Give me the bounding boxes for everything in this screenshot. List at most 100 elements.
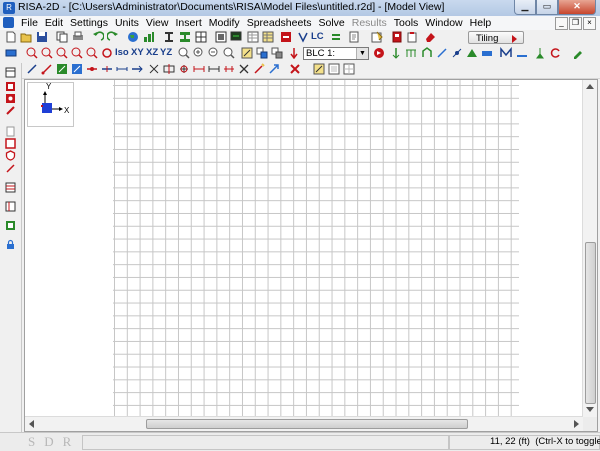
scale-icon[interactable]: [193, 63, 205, 75]
scroll-up-icon[interactable]: [586, 84, 594, 89]
erase-icon[interactable]: [424, 31, 436, 43]
menu-settings[interactable]: Settings: [70, 17, 108, 29]
app-icon[interactable]: R: [3, 2, 15, 14]
move-icon[interactable]: [208, 63, 220, 75]
wand-icon[interactable]: [253, 63, 265, 75]
menu-insert[interactable]: Insert: [175, 17, 201, 29]
horizontal-scrollbar[interactable]: [25, 416, 583, 431]
grid-icon[interactable]: [195, 31, 207, 43]
print-view-icon[interactable]: [5, 67, 16, 78]
rotate-copy-icon[interactable]: [178, 63, 190, 75]
results-book-icon[interactable]: [391, 31, 403, 43]
report-icon[interactable]: [348, 31, 360, 43]
basic-load-case-select[interactable]: BLC 1: ▼: [303, 47, 369, 60]
solve-icon[interactable]: [373, 47, 385, 59]
spreadsheet-nodes-icon[interactable]: [5, 182, 16, 193]
menu-solve[interactable]: Solve: [318, 17, 344, 29]
members-icon[interactable]: [5, 105, 16, 116]
modify-members-icon[interactable]: [56, 63, 68, 75]
draw-members-icon[interactable]: [26, 63, 38, 75]
equals-icon[interactable]: [330, 31, 342, 43]
select-box-icon[interactable]: [241, 47, 253, 59]
chevron-down-icon[interactable]: ▼: [356, 48, 368, 59]
load-case-icon[interactable]: [288, 47, 300, 59]
cross-icon[interactable]: [238, 63, 250, 75]
mdi-restore-icon[interactable]: ❐: [569, 17, 582, 30]
mirror-icon[interactable]: [163, 63, 175, 75]
zoom-out-icon[interactable]: [208, 47, 220, 59]
new-file-icon[interactable]: [5, 31, 17, 43]
vertical-scroll-thumb[interactable]: [585, 242, 596, 404]
area-load-icon[interactable]: [466, 47, 478, 59]
menu-window[interactable]: Window: [425, 17, 462, 29]
table-icon[interactable]: [262, 31, 274, 43]
zoom-extents-icon[interactable]: [223, 47, 235, 59]
invert-selection-icon[interactable]: [343, 63, 355, 75]
select-all-icon[interactable]: [313, 63, 325, 75]
menu-file[interactable]: File: [21, 17, 38, 29]
drawing-grid[interactable]: [113, 80, 519, 416]
scroll-right-icon[interactable]: [574, 420, 579, 428]
scroll-left-icon[interactable]: [29, 420, 34, 428]
draw-nodes-icon[interactable]: [41, 63, 53, 75]
menu-help[interactable]: Help: [470, 17, 492, 29]
align-icon[interactable]: [223, 63, 235, 75]
line-tool-icon[interactable]: [5, 163, 16, 174]
member-line-icon[interactable]: [436, 47, 448, 59]
shield-icon[interactable]: [5, 150, 16, 161]
render-icon[interactable]: [215, 31, 227, 43]
rotate-icon[interactable]: [550, 47, 562, 59]
minimize-icon[interactable]: ▁: [514, 0, 536, 15]
plates-icon[interactable]: [5, 138, 16, 149]
dimension-icon[interactable]: [116, 63, 128, 75]
close-icon[interactable]: ✕: [558, 0, 596, 15]
scroll-down-icon[interactable]: [586, 407, 594, 412]
menu-edit[interactable]: Edit: [45, 17, 63, 29]
open-folder-icon[interactable]: [20, 31, 32, 43]
spreadsheet-icon[interactable]: [247, 31, 259, 43]
plate-icon[interactable]: [481, 47, 493, 59]
modify-nodes-icon[interactable]: [71, 63, 83, 75]
mdi-minimize-icon[interactable]: _: [555, 17, 568, 30]
vertical-scrollbar[interactable]: [582, 80, 597, 417]
toggle-view-icon[interactable]: [5, 47, 17, 59]
menu-spreadsheets[interactable]: Spreadsheets: [247, 17, 312, 29]
unselect-icon[interactable]: [328, 63, 340, 75]
extend-member-icon[interactable]: [131, 63, 143, 75]
merge-nodes-icon[interactable]: [148, 63, 160, 75]
notepad-icon[interactable]: [371, 31, 383, 43]
cursor-coordinates[interactable]: 11, 22 (ft) (Ctrl-X to toggle): [490, 436, 600, 447]
save-icon[interactable]: [36, 31, 48, 43]
pen-icon[interactable]: [572, 47, 584, 59]
arrow-icon[interactable]: [268, 63, 280, 75]
spreadsheet-members-icon[interactable]: [5, 201, 16, 212]
zoom-out-red-icon[interactable]: [41, 47, 53, 59]
clipboard-icon[interactable]: [406, 31, 418, 43]
delete-icon[interactable]: [289, 63, 301, 75]
temperature-load-icon[interactable]: [451, 47, 463, 59]
zoom-window-icon[interactable]: [56, 47, 68, 59]
maximize-icon[interactable]: ▭: [536, 0, 558, 15]
menu-tools[interactable]: Tools: [394, 17, 419, 29]
supports-icon[interactable]: [5, 93, 16, 104]
split-member-icon[interactable]: [101, 63, 113, 75]
redraw-icon[interactable]: [101, 47, 113, 59]
print-icon[interactable]: [72, 31, 84, 43]
horizontal-scroll-thumb[interactable]: [146, 419, 468, 429]
moment-icon[interactable]: [500, 47, 512, 59]
nodes-icon[interactable]: [5, 81, 16, 92]
member-icon[interactable]: [516, 47, 528, 59]
load-combo-icon[interactable]: [297, 31, 309, 43]
spreadsheet-loads-icon[interactable]: [5, 220, 16, 231]
xy-view-button[interactable]: XY: [131, 47, 144, 58]
distributed-load-icon[interactable]: [405, 47, 417, 59]
copy-view-icon[interactable]: [256, 47, 268, 59]
globe-icon[interactable]: [127, 31, 139, 43]
hinge-icon[interactable]: [86, 63, 98, 75]
boundary-condition-icon[interactable]: [534, 47, 546, 59]
monitor-icon[interactable]: [230, 31, 242, 43]
lock-icon[interactable]: [5, 239, 16, 250]
yz-view-button[interactable]: YZ: [160, 47, 172, 58]
undo-icon[interactable]: [92, 31, 104, 43]
iso-view-button[interactable]: Iso: [115, 47, 129, 58]
